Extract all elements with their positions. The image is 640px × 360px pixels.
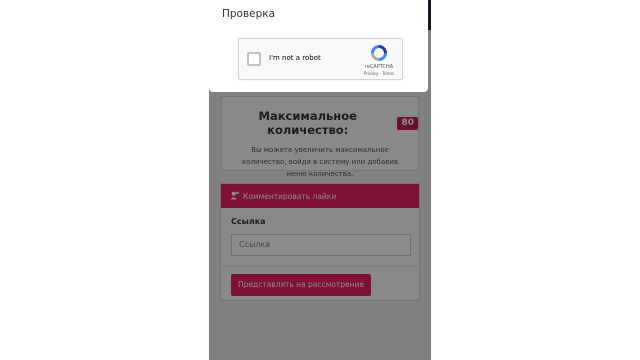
recaptcha-label: I'm not a robot bbox=[269, 54, 321, 62]
recaptcha-separator: - bbox=[379, 71, 382, 76]
recaptcha-widget: I'm not a robot reCAPTCHA Privacy - Term… bbox=[238, 38, 403, 80]
recaptcha-logo-icon bbox=[369, 43, 389, 63]
verification-modal: Проверка I'm not a robot reCAPTCHA Priva… bbox=[209, 0, 428, 92]
modal-title: Проверка bbox=[222, 8, 276, 20]
recaptcha-brand: reCAPTCHA bbox=[364, 64, 394, 70]
recaptcha-checkbox[interactable] bbox=[247, 52, 261, 66]
recaptcha-links: Privacy - Terms bbox=[359, 71, 399, 76]
recaptcha-privacy-link[interactable]: Privacy bbox=[364, 71, 378, 76]
recaptcha-terms-link[interactable]: Terms bbox=[382, 71, 394, 76]
